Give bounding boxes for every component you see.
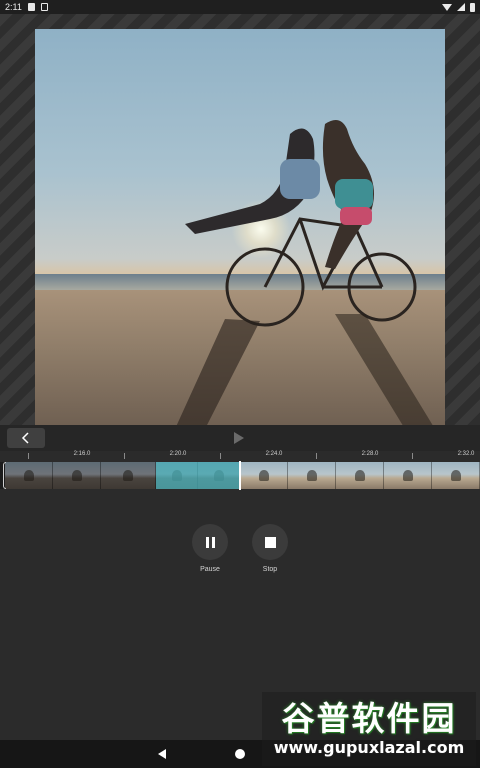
chevron-left-icon bbox=[21, 432, 29, 444]
sim-card-icon bbox=[27, 3, 35, 11]
stop-label: Stop bbox=[262, 566, 278, 573]
trim-start-handle[interactable] bbox=[3, 462, 6, 489]
filmstrip-thumbnail bbox=[240, 462, 288, 489]
filmstrip-thumbnail bbox=[384, 462, 432, 489]
preview-area bbox=[0, 14, 480, 439]
cyclists-silhouette bbox=[175, 120, 435, 429]
pause-button[interactable] bbox=[192, 524, 228, 560]
editor-toolbar bbox=[0, 425, 480, 451]
selected-range[interactable] bbox=[156, 462, 240, 489]
filmstrip-thumbnail bbox=[53, 462, 101, 489]
wifi-icon bbox=[442, 3, 452, 11]
watermark-url: www.gupuxlazal.com bbox=[273, 738, 465, 757]
nav-back-icon[interactable] bbox=[158, 749, 166, 759]
ruler-label: 2:32.0 bbox=[457, 451, 475, 457]
ruler-tick bbox=[316, 453, 317, 459]
ruler-label: 2:16.0 bbox=[73, 451, 91, 457]
filmstrip-thumbnail bbox=[101, 462, 156, 489]
ruler-tick bbox=[220, 453, 221, 459]
stop-button[interactable] bbox=[252, 524, 288, 560]
pause-icon bbox=[205, 536, 215, 548]
filmstrip-thumbnail bbox=[432, 462, 480, 489]
video-preview[interactable] bbox=[35, 29, 445, 439]
back-button[interactable] bbox=[7, 428, 45, 448]
stop-icon bbox=[264, 536, 276, 548]
ruler-tick bbox=[124, 453, 125, 459]
play-icon[interactable] bbox=[234, 432, 244, 444]
playhead[interactable] bbox=[239, 461, 241, 490]
ruler-label: 2:24.0 bbox=[265, 451, 283, 457]
cellular-signal-icon bbox=[457, 3, 465, 11]
storage-icon bbox=[40, 3, 48, 11]
filmstrip-thumbnail bbox=[336, 462, 384, 489]
watermark-chinese: 谷普软件园 bbox=[281, 699, 457, 738]
filmstrip-thumbnail bbox=[5, 462, 53, 489]
filmstrip-thumbnail bbox=[288, 462, 336, 489]
ruler-tick bbox=[412, 453, 413, 459]
battery-icon bbox=[470, 2, 475, 12]
status-bar: 2:11 bbox=[0, 0, 480, 14]
ruler-tick bbox=[28, 453, 29, 459]
status-time: 2:11 bbox=[5, 2, 22, 12]
ruler-label: 2:28.0 bbox=[361, 451, 379, 457]
ruler-label: 2:20.0 bbox=[169, 451, 187, 457]
pause-label: Pause bbox=[200, 566, 220, 573]
watermark: 谷普软件园 www.gupuxlazal.com bbox=[262, 692, 476, 766]
nav-home-icon[interactable] bbox=[235, 749, 245, 759]
